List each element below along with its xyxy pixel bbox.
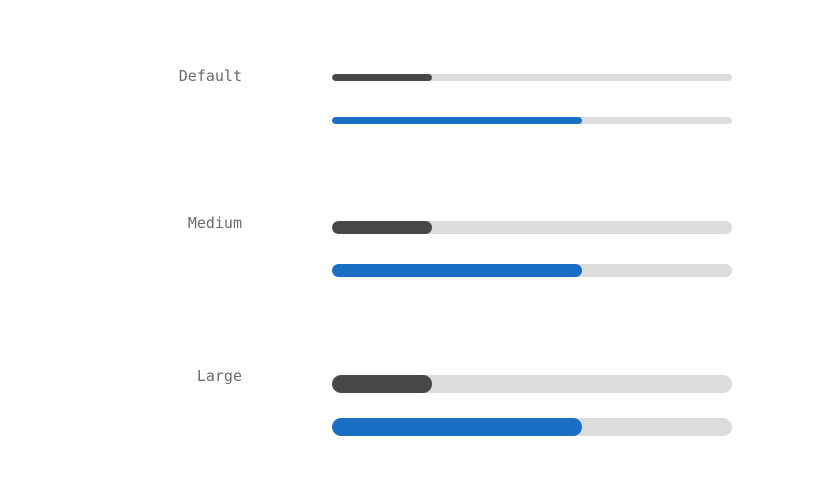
progress-bar-default-neutral xyxy=(332,74,732,81)
progress-bar-large-neutral xyxy=(332,375,732,393)
progress-fill xyxy=(332,264,582,277)
progress-bar-default-accent xyxy=(332,117,732,124)
progress-fill xyxy=(332,117,582,124)
progress-bar-medium-accent xyxy=(332,264,732,277)
size-label-medium: Medium xyxy=(187,214,242,232)
size-label-default: Default xyxy=(178,67,242,85)
progress-fill xyxy=(332,375,432,393)
progress-fill xyxy=(332,74,432,81)
progress-bar-large-accent xyxy=(332,418,732,436)
progress-fill xyxy=(332,418,582,436)
size-label-large: Large xyxy=(196,367,242,385)
progress-fill xyxy=(332,221,432,234)
progress-bar-medium-neutral xyxy=(332,221,732,234)
